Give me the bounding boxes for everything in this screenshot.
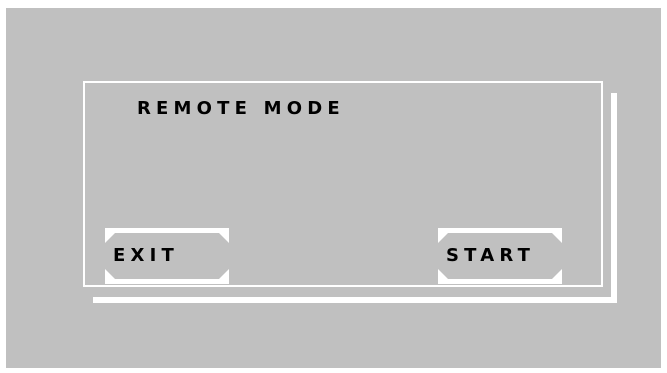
dialog-title: REMOTE MODE [137, 98, 345, 119]
screen: REMOTE MODE EXIT START [6, 8, 661, 368]
exit-button[interactable]: EXIT [105, 228, 229, 284]
start-button-label: START [446, 245, 536, 266]
remote-mode-dialog: REMOTE MODE EXIT START [83, 81, 603, 287]
exit-button-label: EXIT [113, 245, 179, 266]
start-button[interactable]: START [438, 228, 562, 284]
